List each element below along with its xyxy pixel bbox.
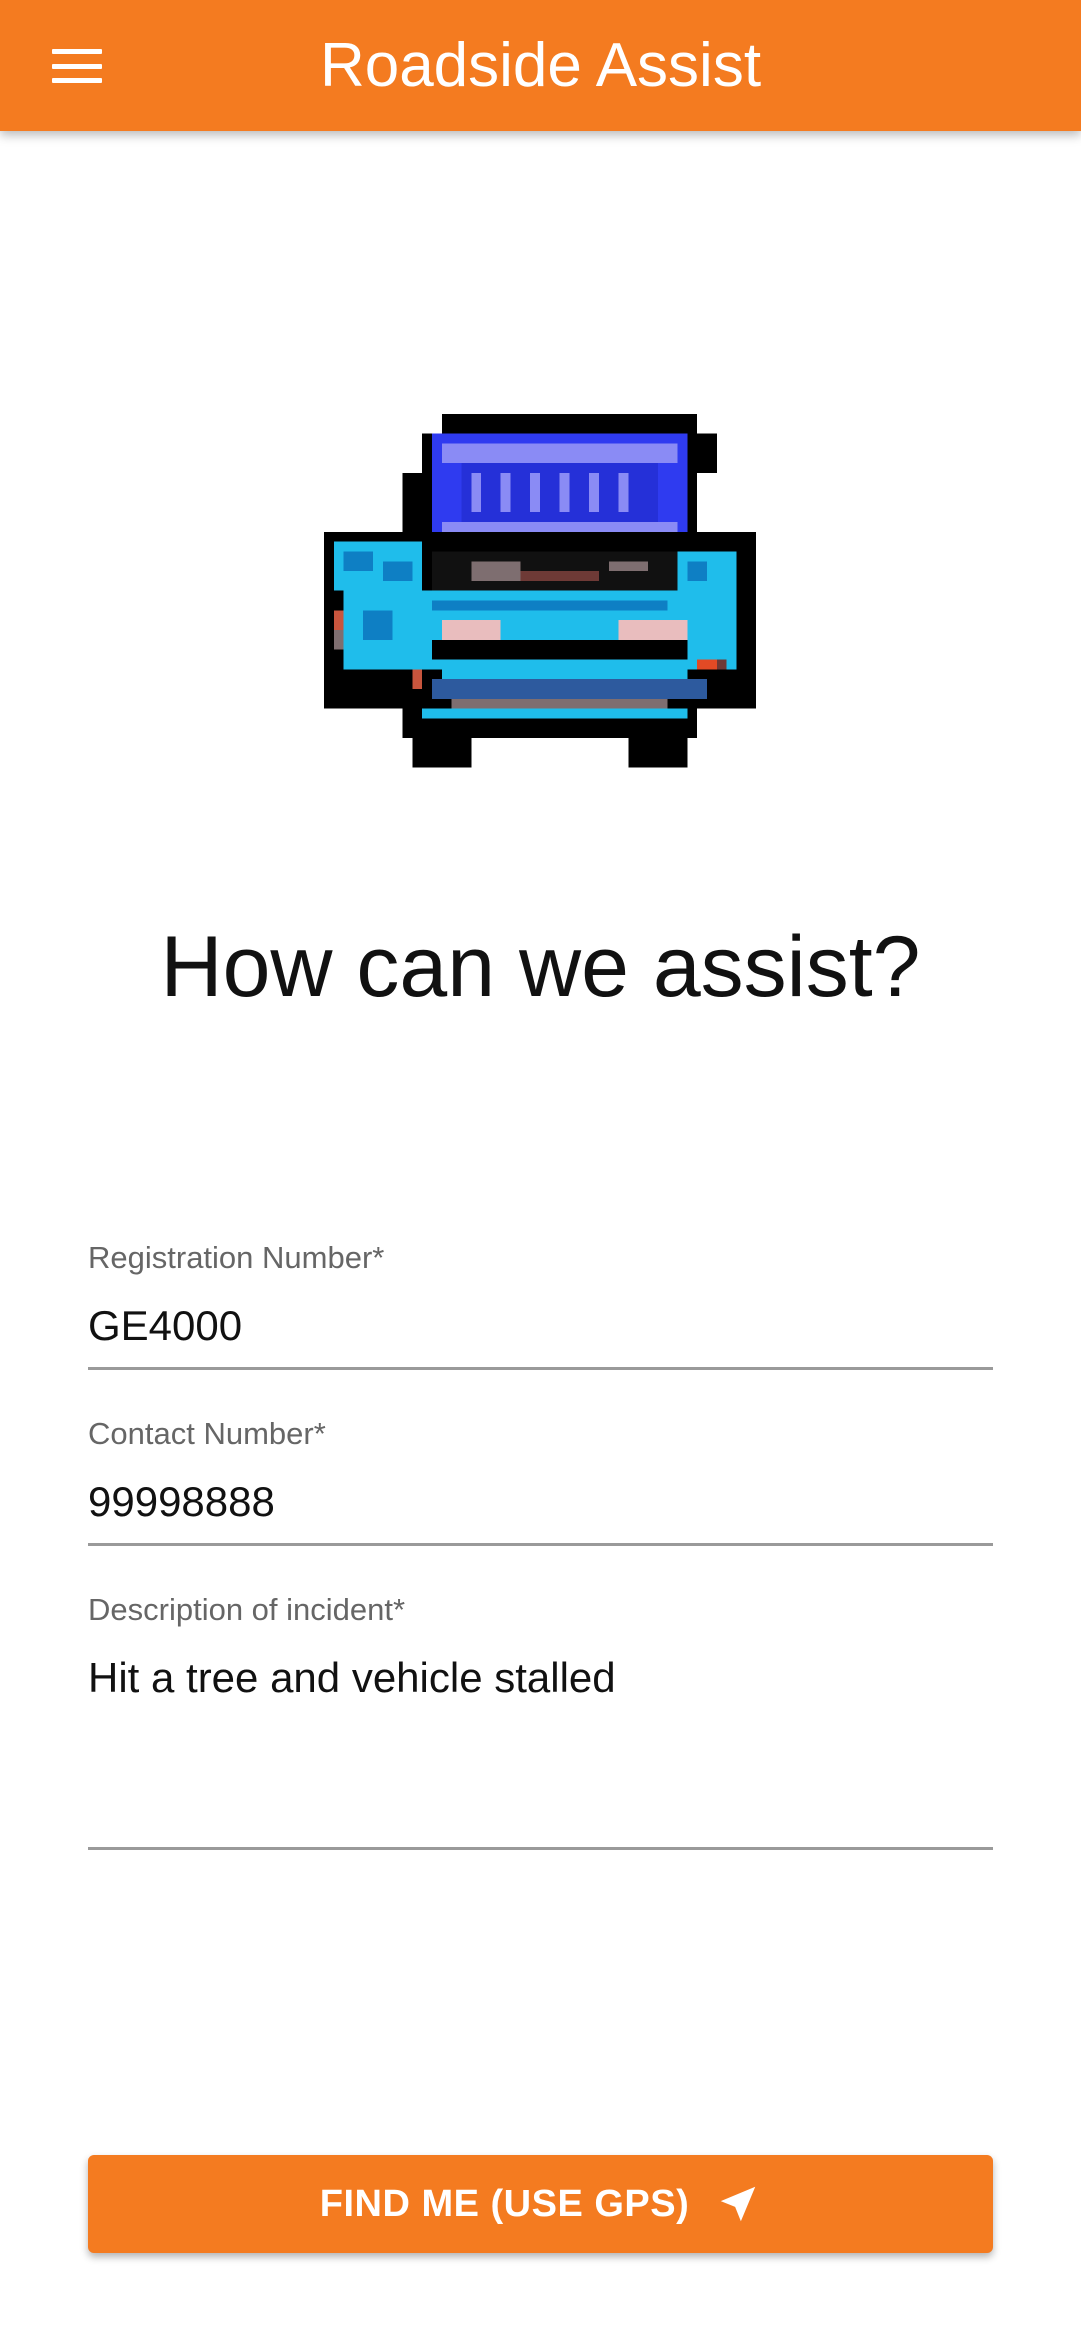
app-title: Roadside Assist (319, 31, 762, 100)
description-underline (88, 1847, 993, 1850)
registration-underline (88, 1367, 993, 1370)
navigation-arrow-icon (715, 2181, 761, 2227)
find-me-gps-label: FIND ME (USE GPS) (319, 2182, 690, 2225)
registration-input[interactable] (88, 1300, 993, 1352)
contact-field[interactable]: Contact Number* (88, 1414, 993, 1546)
contact-input[interactable] (88, 1476, 993, 1528)
description-label: Description of incident* (88, 1592, 406, 1627)
description-input[interactable]: Hit a tree and vehicle stalled (88, 1652, 993, 1802)
find-me-gps-button[interactable]: FIND ME (USE GPS) (88, 2155, 993, 2253)
registration-field[interactable]: Registration Number* (88, 1238, 993, 1370)
contact-label: Contact Number* (88, 1416, 326, 1451)
registration-label: Registration Number* (88, 1240, 385, 1275)
app-bar: Roadside Assist (0, 0, 1081, 131)
assist-heading: How can we assist? (160, 919, 921, 1015)
broken-car-illustration (265, 355, 815, 905)
app-screen: Roadside Assist How can we assist? Regis… (0, 0, 1081, 2340)
description-field[interactable]: Description of incident* Hit a tree and … (88, 1590, 993, 1850)
contact-underline (88, 1543, 993, 1546)
